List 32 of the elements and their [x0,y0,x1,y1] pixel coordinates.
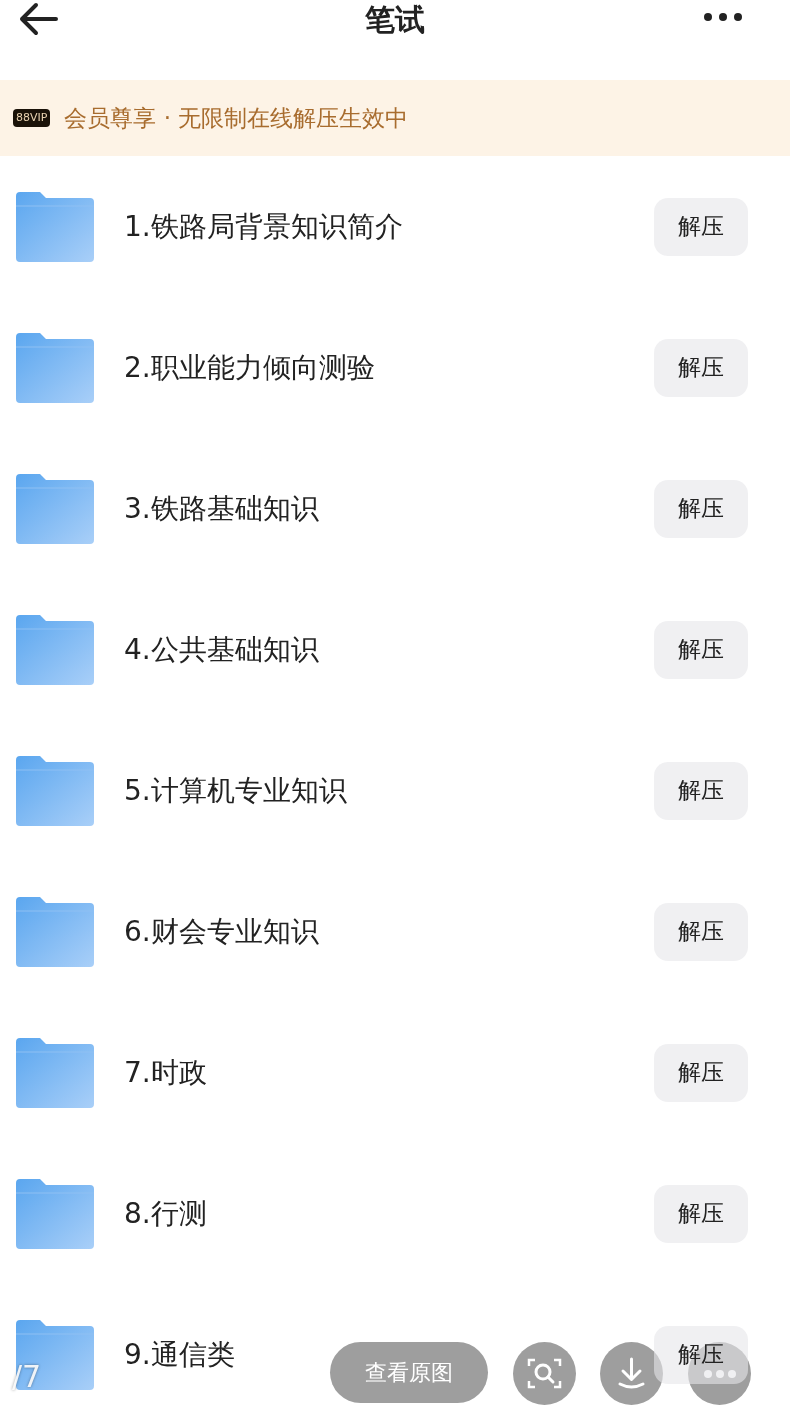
folder-name[interactable]: 4.公共基础知识 [124,628,319,671]
folder-name[interactable]: 8.行测 [124,1192,207,1235]
folder-icon [16,191,94,262]
extract-button[interactable]: 解压 [654,902,748,961]
folder-name[interactable]: 2.职业能力倾向测验 [124,346,375,389]
folder-icon [16,332,94,403]
folder-name[interactable]: 3.铁路基础知识 [124,487,319,530]
more-icon[interactable] [703,12,743,22]
scan-search-icon[interactable] [513,1342,576,1405]
folder-name[interactable]: 5.计算机专业知识 [124,769,347,812]
download-icon[interactable] [600,1342,663,1405]
folder-icon [16,614,94,685]
folder-name[interactable]: 9.通信类 [124,1333,235,1376]
extract-button[interactable]: 解压 [654,761,748,820]
extract-button[interactable]: 解压 [654,338,748,397]
page-title: 笔试 [365,1,425,39]
folder-name[interactable]: 1.铁路局背景知识简介 [124,205,403,248]
folder-icon [16,1037,94,1108]
back-arrow-icon[interactable] [18,2,58,36]
extract-button[interactable]: 解压 [654,479,748,538]
banner-text: 会员尊享 · 无限制在线解压生效中 [64,103,409,133]
extract-button[interactable]: 解压 [654,197,748,256]
folder-icon [16,755,94,826]
folder-icon [16,896,94,967]
vip-badge: 88VIP [13,109,51,127]
folder-name[interactable]: 7.时政 [124,1051,207,1094]
extract-button[interactable]: 解压 [654,1184,748,1243]
folder-icon [16,1178,94,1249]
extract-button[interactable]: 解压 [654,1043,748,1102]
folder-name[interactable]: 6.财会专业知识 [124,910,319,953]
folder-icon [16,473,94,544]
extract-button[interactable]: 解压 [654,620,748,679]
